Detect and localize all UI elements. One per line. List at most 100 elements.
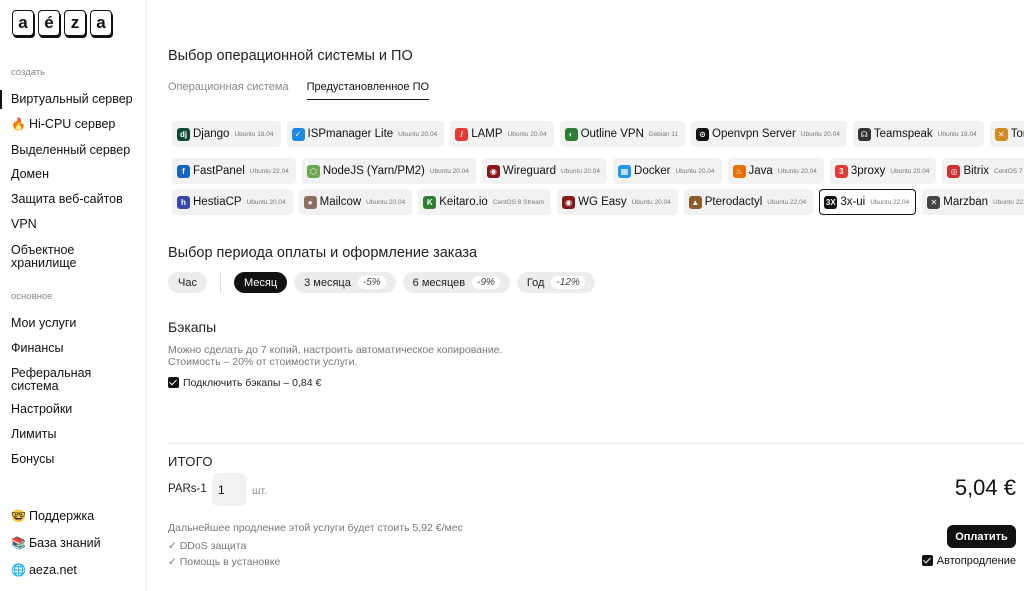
renewal-note: Дальнейшее продление этой услуги будет с… — [168, 522, 463, 534]
sidebar-item-bottom[interactable]: 📚 База знаний — [11, 537, 141, 550]
software-card[interactable]: f FastPanel Ubuntu 22.04 — [172, 158, 296, 184]
software-card[interactable]: ▦ Docker Ubuntu 20.04 — [613, 158, 722, 184]
software-card[interactable]: dj Django Ubuntu 18.04 — [172, 121, 281, 147]
sidebar-item-label: Домен — [11, 167, 50, 181]
sidebar-item-main[interactable]: Лимиты — [11, 428, 141, 441]
software-card[interactable]: 3X 3x-ui Ubuntu 22.04 — [819, 189, 917, 215]
backups-checkbox[interactable] — [168, 377, 179, 388]
sidebar-item-label: Виртуальный сервер — [11, 92, 133, 106]
software-card[interactable]: K Keitaro.io CentOS 8 Stream — [418, 189, 552, 215]
sidebar-item-create[interactable]: Домен — [11, 168, 141, 181]
autorenew-checkbox[interactable] — [921, 555, 933, 566]
period-section-title: Выбор периода оплаты и оформление заказа — [168, 245, 478, 261]
section-label-main: основное — [11, 291, 53, 302]
software-version: Ubuntu 20.04 — [366, 198, 406, 206]
sidebar-item-label: Мои услуги — [11, 316, 77, 330]
software-name: WG Easy — [578, 196, 627, 208]
sidebar-item-create[interactable]: VPN — [11, 218, 141, 231]
quantity-input[interactable] — [212, 473, 247, 506]
software-card[interactable]: ☊ Teamspeak Ubuntu 18.04 — [852, 121, 984, 147]
support-icon: 🤓 — [11, 509, 26, 523]
logo-key: a — [90, 10, 112, 36]
software-card[interactable]: ▲ Pterodactyl Ubuntu 22.04 — [683, 189, 814, 215]
backups-checkbox-label: Подключить бэкапы – 0,84 € — [183, 377, 322, 389]
software-card[interactable]: / LAMP Ubuntu 20.04 — [450, 121, 554, 147]
software-name: ISPmanager Lite — [307, 128, 394, 140]
sidebar-item-main[interactable]: Бонусы — [11, 453, 141, 466]
mailcow-icon: ● — [303, 195, 317, 209]
sidebar-item-bottom[interactable]: 🌐 aeza.net — [11, 564, 141, 577]
lamp-icon: / — [455, 127, 469, 141]
docker-icon: ▦ — [618, 164, 632, 178]
software-version: Ubuntu 20.04 — [777, 167, 817, 175]
keitaro-icon: K — [423, 195, 437, 209]
software-version: Ubuntu 20.04 — [890, 167, 930, 175]
period-option[interactable]: 3 месяца -5% — [294, 272, 396, 293]
sidebar-item-create[interactable]: Защита веб-сайтов — [11, 193, 141, 206]
fastpanel-icon: f — [177, 164, 190, 178]
software-name: Mailcow — [319, 196, 362, 208]
period-option[interactable]: Час — [168, 272, 207, 293]
software-name: HestiaCP — [193, 196, 242, 208]
divider — [168, 443, 1024, 444]
openvpn-icon: ⊙ — [696, 127, 710, 141]
software-version: Ubuntu 20.04 — [675, 167, 715, 175]
software-version: Debian 11 — [648, 130, 679, 138]
3x-ui-icon: 3X — [824, 195, 838, 209]
pay-button[interactable]: Оплатить — [947, 525, 1016, 548]
sidebar-item-label: Выделенный сервер — [11, 143, 131, 157]
software-card[interactable]: ✕Tomcat — [989, 121, 1024, 147]
software-card[interactable]: ⬡ NodeJS (Yarn/PM2) Ubuntu 20.04 — [301, 158, 476, 184]
sidebar-item-main[interactable]: Финансы — [11, 342, 141, 355]
sidebar-item-create[interactable]: Объектное хранилище — [11, 244, 141, 270]
software-card[interactable]: ◉ WG Easy Ubuntu 20.04 — [557, 189, 678, 215]
sidebar-item-main[interactable]: Мои услуги — [11, 317, 141, 330]
wireguard-icon: ◉ — [486, 164, 500, 178]
software-card[interactable]: ◉ Wireguard Ubuntu 20.04 — [481, 158, 608, 184]
django-icon: dj — [177, 127, 190, 141]
sidebar-item-create[interactable]: 🔥 Hi-CPU сервер — [11, 118, 141, 131]
software-row: h HestiaCP Ubuntu 20.04 ● Mailcow Ubuntu 20.0… — [172, 189, 1024, 215]
software-card[interactable]: ◐ Outline VPN Debian 11 — [559, 121, 686, 147]
logo-key: z — [64, 10, 86, 36]
software-row: f FastPanel Ubuntu 22.04 ⬡ NodeJS (Yarn/PM2)… — [172, 158, 1024, 184]
software-card[interactable]: ◎ Bitrix CentOS 7 — [942, 158, 1024, 184]
quantity-unit: шт. — [252, 485, 267, 497]
autorenew-option[interactable]: Автопродление — [921, 555, 1016, 567]
nodejs-icon: ⬡ — [306, 164, 320, 178]
globe-icon: 🌐 — [11, 563, 26, 577]
period-label: Год — [526, 276, 545, 289]
software-name: Wireguard — [502, 165, 556, 177]
software-version: Ubuntu 20.04 — [429, 167, 469, 175]
aeza-logo[interactable]: aéza — [12, 10, 112, 36]
sidebar-item-main[interactable]: Реферальная система — [11, 367, 141, 393]
software-card[interactable]: ⊙ Openvpn Server Ubuntu 20.04 — [691, 121, 847, 147]
section-label-create: создать — [11, 67, 46, 78]
backups-option[interactable]: Подключить бэкапы – 0,84 € — [168, 377, 321, 389]
tomcat-icon: ✕ — [994, 127, 1008, 141]
software-name: Bitrix — [963, 165, 989, 177]
period-option[interactable]: Год -12% — [516, 272, 595, 293]
autorenew-label: Автопродление — [936, 555, 1016, 567]
software-name: Keitaro.io — [439, 196, 488, 208]
tab-preinstalled[interactable]: Предустановленное ПО — [306, 81, 430, 100]
software-version: CentOS 8 Stream — [492, 198, 545, 206]
java-icon: ♨ — [732, 164, 746, 178]
sidebar-item-create[interactable]: Виртуальный сервер — [0, 90, 141, 109]
tab-os[interactable]: Операционная система — [168, 81, 289, 100]
software-card[interactable]: ✓ ISPmanager Lite Ubuntu 20.04 — [286, 121, 445, 147]
sidebar-item-label: Настройки — [11, 402, 73, 416]
software-card[interactable]: ♨ Java Ubuntu 20.04 — [727, 158, 824, 184]
period-option[interactable]: Месяц — [233, 272, 288, 293]
logo-key: é — [38, 10, 60, 36]
software-card[interactable]: ✕Marzban Ubuntu 22.04 — [922, 189, 1024, 215]
sidebar-item-create[interactable]: Выделенный сервер — [11, 144, 141, 157]
software-card[interactable]: 3 3proxy Ubuntu 20.04 — [829, 158, 937, 184]
backups-desc-line2: Стоимость – 20% от стоимости услуги. — [168, 356, 358, 368]
software-card[interactable]: ● Mailcow Ubuntu 20.04 — [298, 189, 413, 215]
period-option[interactable]: 6 месяцев -9% — [402, 272, 510, 293]
sidebar-item-main[interactable]: Настройки — [11, 403, 141, 416]
sidebar-item-bottom[interactable]: 🤓 Поддержка — [11, 510, 141, 523]
knowledge-base-icon: 📚 — [11, 536, 26, 550]
software-card[interactable]: h HestiaCP Ubuntu 20.04 — [172, 189, 293, 215]
